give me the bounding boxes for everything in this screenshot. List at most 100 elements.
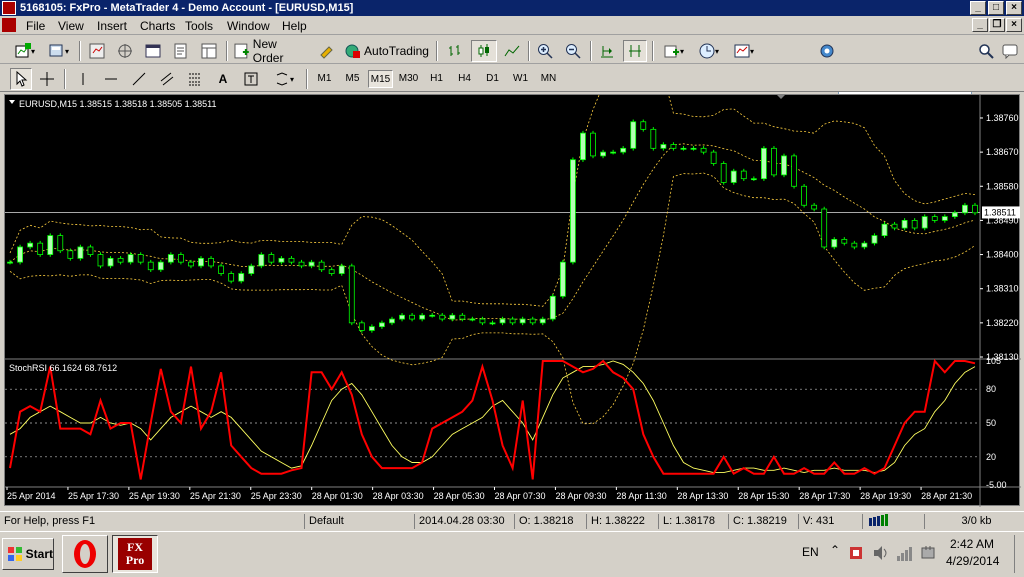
tester-button[interactable] [170, 40, 192, 62]
candle [972, 204, 978, 214]
status-low: L: 1.38178 [658, 514, 728, 529]
meta-editor-button[interactable] [316, 40, 338, 62]
arrows-button[interactable]: ▾ [268, 68, 300, 90]
indicators-button[interactable]: ▾ [658, 40, 690, 62]
autotrading-button[interactable]: AutoTrading [343, 40, 431, 62]
search-icon [979, 44, 994, 59]
candle [931, 216, 938, 221]
candle [117, 257, 124, 263]
menu-window[interactable]: Window [227, 18, 270, 34]
text-label-button[interactable] [240, 68, 262, 90]
search-options-button[interactable] [818, 40, 836, 62]
timeframe-m1[interactable]: M1 [312, 70, 337, 88]
network-icon[interactable] [896, 544, 914, 562]
time-tick-label: 28 Apr 01:30 [312, 491, 363, 501]
terminal-button[interactable] [142, 40, 164, 62]
chart-shift-marker-icon[interactable] [777, 95, 785, 99]
window-titlebar[interactable]: 5168105: FxPro - MetaTrader 4 - Demo Acc… [0, 0, 1024, 16]
price-chart[interactable]: 1.385111.387601.386701.385801.384901.384… [5, 95, 1021, 507]
equidistant-channel-button[interactable] [156, 68, 178, 90]
community-button[interactable] [1000, 40, 1020, 62]
language-indicator[interactable]: EN [802, 545, 819, 559]
system-tray: EN ⌃ 2:42 AM 4/29/2014 [800, 532, 1024, 577]
candlestick-chart-button[interactable] [471, 40, 497, 62]
timeframe-w1[interactable]: W1 [508, 70, 533, 88]
templates-button[interactable]: ▾ [728, 40, 760, 62]
market-watch-button[interactable] [86, 40, 108, 62]
trendline-icon [132, 72, 146, 86]
profiles-button[interactable]: ▾ [44, 40, 74, 62]
chevron-up-icon[interactable]: ⌃ [830, 543, 840, 557]
menu-help[interactable]: Help [282, 18, 307, 34]
mdi-restore-button[interactable]: ❐ [989, 18, 1005, 32]
zoom-in-button[interactable] [534, 40, 556, 62]
candle [841, 238, 848, 244]
clock-time[interactable]: 2:42 AM [950, 537, 994, 551]
mdi-minimize-button[interactable]: _ [972, 18, 988, 32]
candle [861, 242, 868, 248]
bar-chart-icon [449, 45, 460, 56]
price-tick-label: 1.38400 [986, 250, 1019, 260]
fxpro-taskbar-button[interactable]: FX Pro [112, 535, 158, 573]
profiles-icon [49, 44, 63, 57]
menu-charts[interactable]: Charts [140, 18, 175, 34]
navigator-icon [118, 44, 132, 58]
close-button[interactable]: × [1006, 1, 1022, 15]
crosshair-button[interactable] [36, 68, 58, 90]
search-button[interactable] [976, 40, 996, 62]
bar-chart-button[interactable] [443, 40, 467, 62]
show-desktop-button[interactable] [1014, 535, 1022, 573]
auto-scroll-button[interactable] [596, 40, 618, 62]
volume-icon[interactable] [872, 544, 890, 562]
timeframe-mn[interactable]: MN [536, 70, 561, 88]
zoom-out-button[interactable] [562, 40, 584, 62]
timeframe-m15[interactable]: M15 [368, 70, 393, 88]
timeframe-m30[interactable]: M30 [396, 70, 421, 88]
security-icon[interactable] [848, 544, 866, 562]
text-button[interactable]: A [212, 68, 234, 90]
candle [419, 314, 426, 320]
fxpro-logo-icon: FX Pro [118, 538, 152, 570]
minimize-button[interactable]: _ [970, 1, 986, 15]
timeframe-m5[interactable]: M5 [340, 70, 365, 88]
navigator-button[interactable] [114, 40, 136, 62]
chart-window[interactable]: 1.38511 1.38760 1.38670 1.38580 1.38490 1.384… [4, 94, 1021, 507]
vertical-line-icon [82, 73, 84, 85]
candle [97, 254, 104, 267]
mdi-close-button[interactable]: × [1006, 18, 1022, 32]
trendline-button[interactable] [128, 68, 150, 90]
horizontal-line-button[interactable] [100, 68, 122, 90]
clock-date[interactable]: 4/29/2014 [946, 554, 999, 568]
opera-taskbar-button[interactable] [62, 535, 108, 573]
chart-menu-icon[interactable] [9, 100, 15, 104]
timeframe-h4[interactable]: H4 [452, 70, 477, 88]
time-tick-label: 28 Apr 13:30 [677, 491, 728, 501]
line-chart-button[interactable] [500, 40, 524, 62]
maximize-button[interactable]: □ [988, 1, 1004, 15]
chart-shift-icon [629, 45, 641, 57]
menu-view[interactable]: View [58, 18, 84, 34]
timeframe-h1[interactable]: H1 [424, 70, 449, 88]
candle [951, 212, 958, 218]
cursor-button[interactable] [10, 68, 32, 90]
timeframe-d1[interactable]: D1 [480, 70, 505, 88]
chart-shift-button[interactable] [623, 40, 647, 62]
candle [811, 204, 818, 210]
chart-window-icon[interactable] [2, 18, 16, 32]
menu-file[interactable]: File [26, 18, 45, 34]
candle [358, 322, 365, 331]
start-button[interactable]: Start [2, 538, 54, 570]
menu-insert[interactable]: Insert [97, 18, 127, 34]
fibonacci-button[interactable] [184, 68, 206, 90]
power-icon[interactable] [920, 544, 938, 562]
indicator-tick-label: 50 [986, 418, 996, 428]
candle [379, 322, 385, 328]
menu-tools[interactable]: Tools [185, 18, 213, 34]
new-order-button[interactable]: New Order [234, 37, 310, 65]
vertical-line-button[interactable] [72, 68, 94, 90]
periods-button[interactable]: ▾ [693, 40, 725, 62]
new-chart-button[interactable]: ▾ [8, 40, 42, 62]
chart-header: EURUSD,M15 1.38515 1.38518 1.38505 1.385… [19, 99, 216, 109]
candle [348, 265, 355, 324]
data-window-button[interactable] [198, 40, 220, 62]
